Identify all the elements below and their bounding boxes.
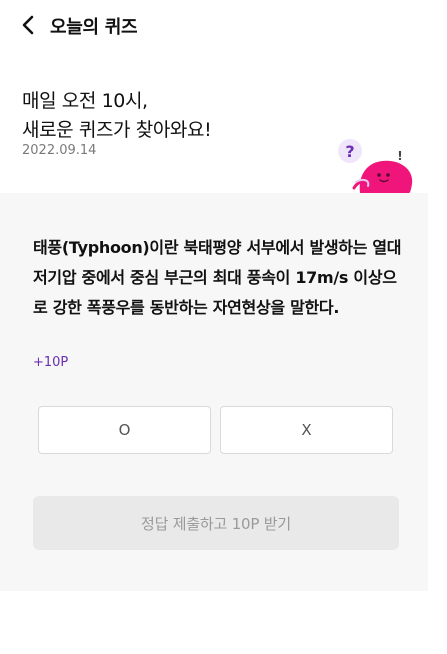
hero-banner: 매일 오전 10시, 새로운 퀴즈가 찾아와요! 2022.09.14 ? !: [0, 52, 447, 193]
mascot-exclamation: !: [397, 149, 402, 163]
reward-points: +10P: [33, 355, 69, 370]
app-header: 오늘의 퀴즈: [0, 0, 447, 52]
quiz-mascot-icon: ? !: [338, 139, 413, 193]
mascot-question-mark: ?: [345, 142, 354, 161]
page-title: 오늘의 퀴즈: [50, 17, 138, 38]
quiz-card: 태풍(Typhoon)이란 북태평양 서부에서 발생하는 열대 저기압 중에서 …: [0, 193, 428, 591]
submit-answer-button[interactable]: 정답 제출하고 10P 받기: [33, 496, 399, 550]
back-arrow-icon[interactable]: [18, 14, 40, 36]
answer-o-button[interactable]: O: [38, 406, 211, 454]
quiz-question: 태풍(Typhoon)이란 북태평양 서부에서 발생하는 열대 저기압 중에서 …: [33, 238, 402, 317]
answer-x-button[interactable]: X: [220, 406, 393, 454]
hero-headline-line2: 새로운 퀴즈가 찾아와요!: [22, 119, 212, 141]
hero-headline-line1: 매일 오전 10시,: [22, 90, 148, 112]
quiz-date: 2022.09.14: [22, 143, 97, 158]
